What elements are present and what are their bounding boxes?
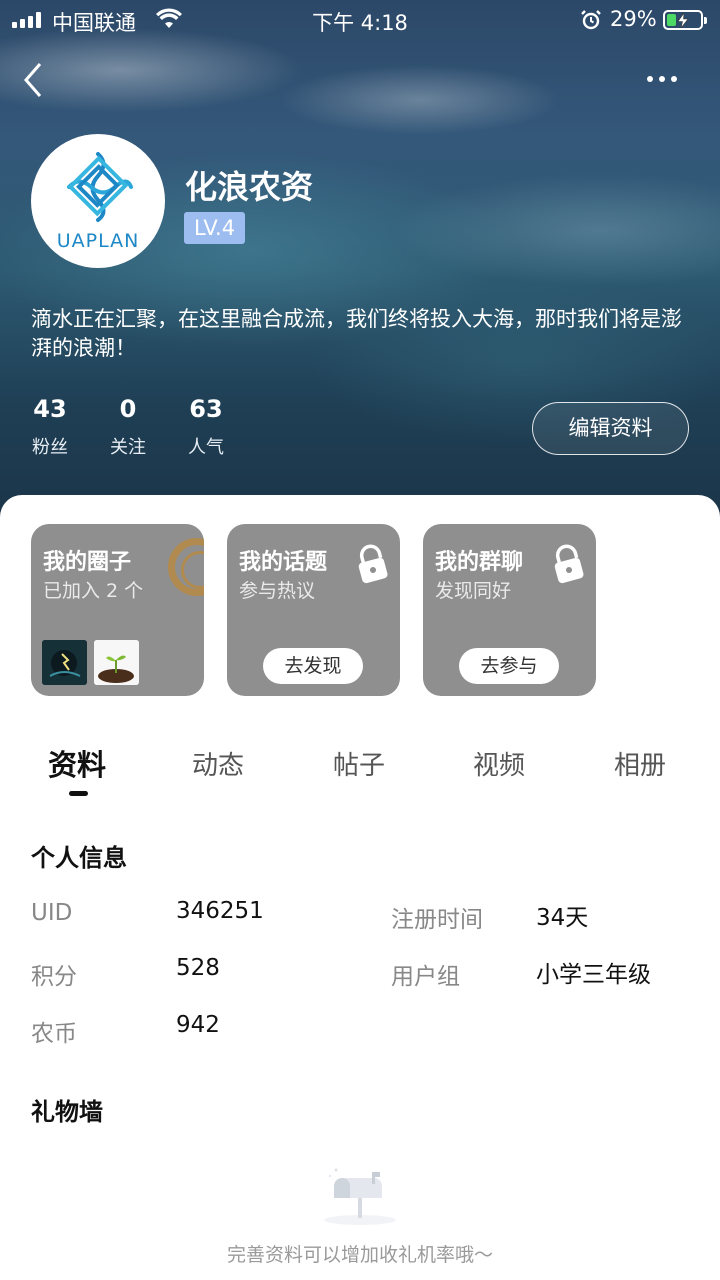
avatar[interactable]: UAPLAN — [31, 134, 165, 268]
sprout-thumbnail-image — [94, 640, 139, 685]
circle-thumbnail[interactable] — [42, 640, 87, 685]
card-title: 我的群聊 — [435, 550, 524, 575]
stat-popularity[interactable]: 63 人气 — [186, 395, 226, 459]
tab-albums[interactable]: 相册 — [614, 745, 666, 782]
battery-percent: 29% — [610, 7, 657, 31]
points-label: 积分 — [31, 964, 77, 990]
gift-wall-empty-hint: 完善资料可以增加收礼机率哦～ — [226, 1244, 493, 1266]
card-subtitle: 参与热议 — [239, 580, 316, 602]
stat-label: 人气 — [188, 437, 224, 458]
more-dot-icon — [659, 76, 665, 82]
logo-wordmark: UAPLAN — [56, 230, 140, 252]
discover-button[interactable]: 去发现 — [263, 648, 363, 684]
circle-thumbnail[interactable] — [94, 640, 139, 685]
empty-mailbox-icon — [324, 1168, 396, 1225]
tab-activity[interactable]: 动态 — [192, 745, 244, 782]
stat-label: 关注 — [110, 437, 146, 458]
edit-profile-button[interactable]: 编辑资料 — [532, 402, 689, 455]
my-group-chats-card[interactable]: 我的群聊 发现同好 去参与 — [423, 524, 596, 696]
more-dot-icon — [647, 76, 653, 82]
personal-info-title: 个人信息 — [31, 844, 127, 872]
charging-bolt-icon — [677, 13, 689, 28]
card-title: 我的话题 — [239, 550, 328, 575]
uid-label: UID — [31, 900, 73, 926]
coins-label: 农币 — [31, 1021, 77, 1047]
tab-posts[interactable]: 帖子 — [333, 745, 385, 782]
circle-decoration-icon — [168, 538, 204, 596]
more-dot-icon — [671, 76, 677, 82]
stat-value: 63 — [189, 395, 223, 423]
card-subtitle: 发现同好 — [435, 580, 512, 602]
register-time-label: 注册时间 — [391, 907, 483, 933]
battery-level-fill — [667, 14, 676, 26]
my-topics-card[interactable]: 我的话题 参与热议 去发现 — [227, 524, 400, 696]
uid-value: 346251 — [176, 898, 264, 924]
card-subtitle: 已加入 2 个 — [43, 580, 144, 602]
stat-label: 粉丝 — [32, 437, 68, 458]
profile-header-background — [0, 0, 720, 540]
join-button[interactable]: 去参与 — [459, 648, 559, 684]
wave-logo-icon — [67, 152, 133, 222]
circle-thumbnail-image — [42, 640, 87, 685]
more-options-button[interactable] — [642, 64, 682, 94]
stat-following[interactable]: 0 关注 — [108, 395, 148, 459]
lock-icon — [554, 544, 584, 584]
gift-wall-title: 礼物墙 — [31, 1098, 103, 1126]
battery-icon — [663, 10, 707, 30]
my-circles-card[interactable]: 我的圈子 已加入 2 个 — [31, 524, 204, 696]
back-button[interactable] — [18, 60, 52, 100]
stat-followers[interactable]: 43 粉丝 — [31, 395, 69, 459]
user-bio: 滴水正在汇聚，在这里融合成流，我们终将投入大海，那时我们将是澎湃的浪潮！ — [31, 307, 682, 360]
user-group-label: 用户组 — [391, 964, 460, 990]
active-tab-indicator — [69, 791, 88, 796]
user-group-value: 小学三年级 — [536, 962, 651, 988]
tab-profile-info[interactable]: 资料 — [48, 742, 106, 784]
alarm-clock-icon — [581, 10, 601, 30]
card-title: 我的圈子 — [43, 550, 132, 575]
stat-value: 43 — [33, 395, 67, 423]
lock-icon — [358, 544, 388, 584]
register-time-value: 34天 — [536, 905, 589, 931]
profile-tabs: 资料 动态 帖子 视频 相册 — [0, 740, 720, 800]
stat-value: 0 — [119, 395, 137, 423]
coins-value: 942 — [176, 1012, 220, 1038]
tab-videos[interactable]: 视频 — [473, 745, 525, 782]
status-bar: 中国联通 下午 4:18 29% — [0, 0, 720, 40]
points-value: 528 — [176, 955, 220, 981]
level-badge: LV.4 — [184, 212, 246, 244]
user-name: 化浪农资 — [185, 168, 314, 206]
